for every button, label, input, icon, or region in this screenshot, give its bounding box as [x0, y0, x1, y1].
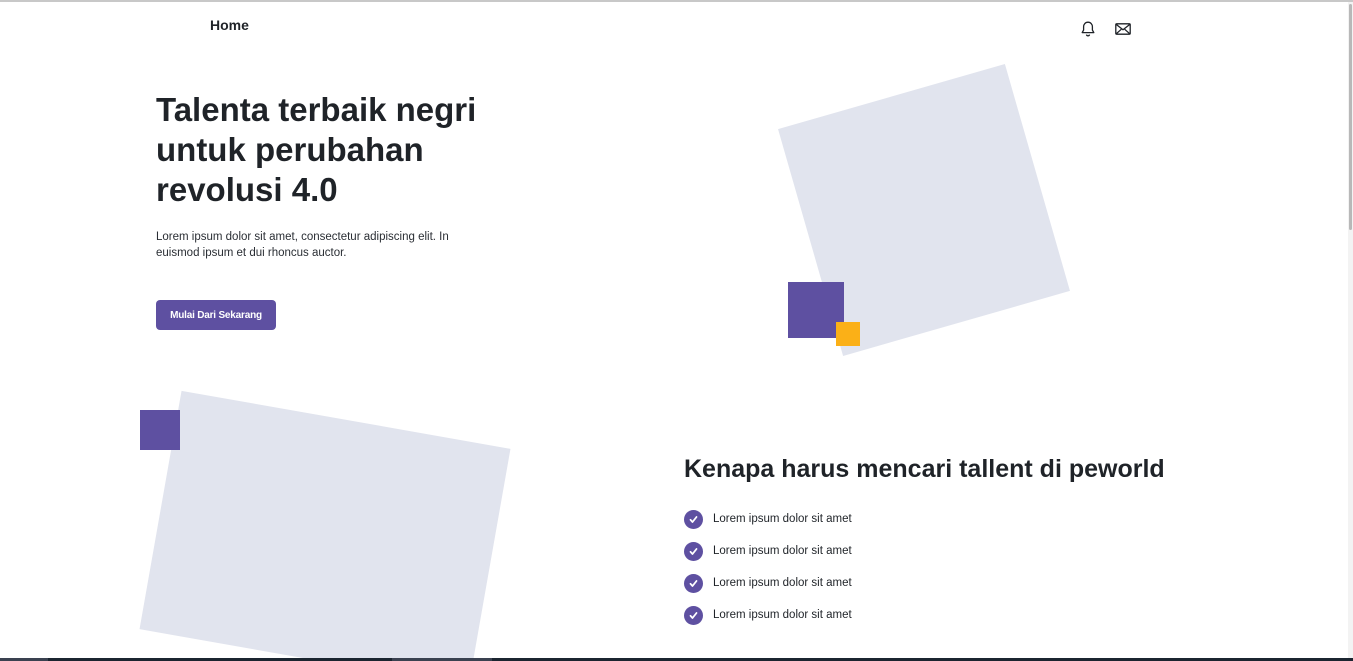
mail-icon[interactable] [1114, 20, 1132, 38]
decorative-purple-square [140, 410, 180, 450]
scrollbar-thumb[interactable] [1349, 4, 1352, 230]
why-section-title: Kenapa harus mencari tallent di peworld [684, 455, 1165, 483]
list-item-text: Lorem ipsum dolor sit amet [713, 609, 852, 621]
list-item: Lorem ipsum dolor sit amet [684, 573, 852, 593]
list-item: Lorem ipsum dolor sit amet [684, 605, 852, 625]
window-top-border [0, 0, 1353, 2]
list-item-text: Lorem ipsum dolor sit amet [713, 577, 852, 589]
list-item: Lorem ipsum dolor sit amet [684, 541, 852, 561]
list-item-text: Lorem ipsum dolor sit amet [713, 513, 852, 525]
hero-description: Lorem ipsum dolor sit amet, consectetur … [156, 231, 449, 259]
section-image-placeholder [139, 390, 511, 661]
landing-page: Home Talenta terbaik negri untuk perubah… [0, 0, 1353, 661]
list-item: Lorem ipsum dolor sit amet [684, 509, 852, 529]
check-circle-icon [684, 573, 703, 593]
check-circle-icon [684, 605, 703, 625]
bell-icon[interactable] [1079, 20, 1097, 38]
why-list: Lorem ipsum dolor sit amet Lorem ipsum d… [684, 509, 852, 637]
nav-home-link[interactable]: Home [210, 17, 249, 33]
check-circle-icon [684, 541, 703, 561]
check-circle-icon [684, 509, 703, 529]
hero-title: Talenta terbaik negri untuk perubahan re… [156, 91, 477, 208]
start-now-button[interactable]: Mulai Dari Sekarang [156, 300, 276, 330]
decorative-yellow-square [836, 322, 860, 346]
list-item-text: Lorem ipsum dolor sit amet [713, 545, 852, 557]
